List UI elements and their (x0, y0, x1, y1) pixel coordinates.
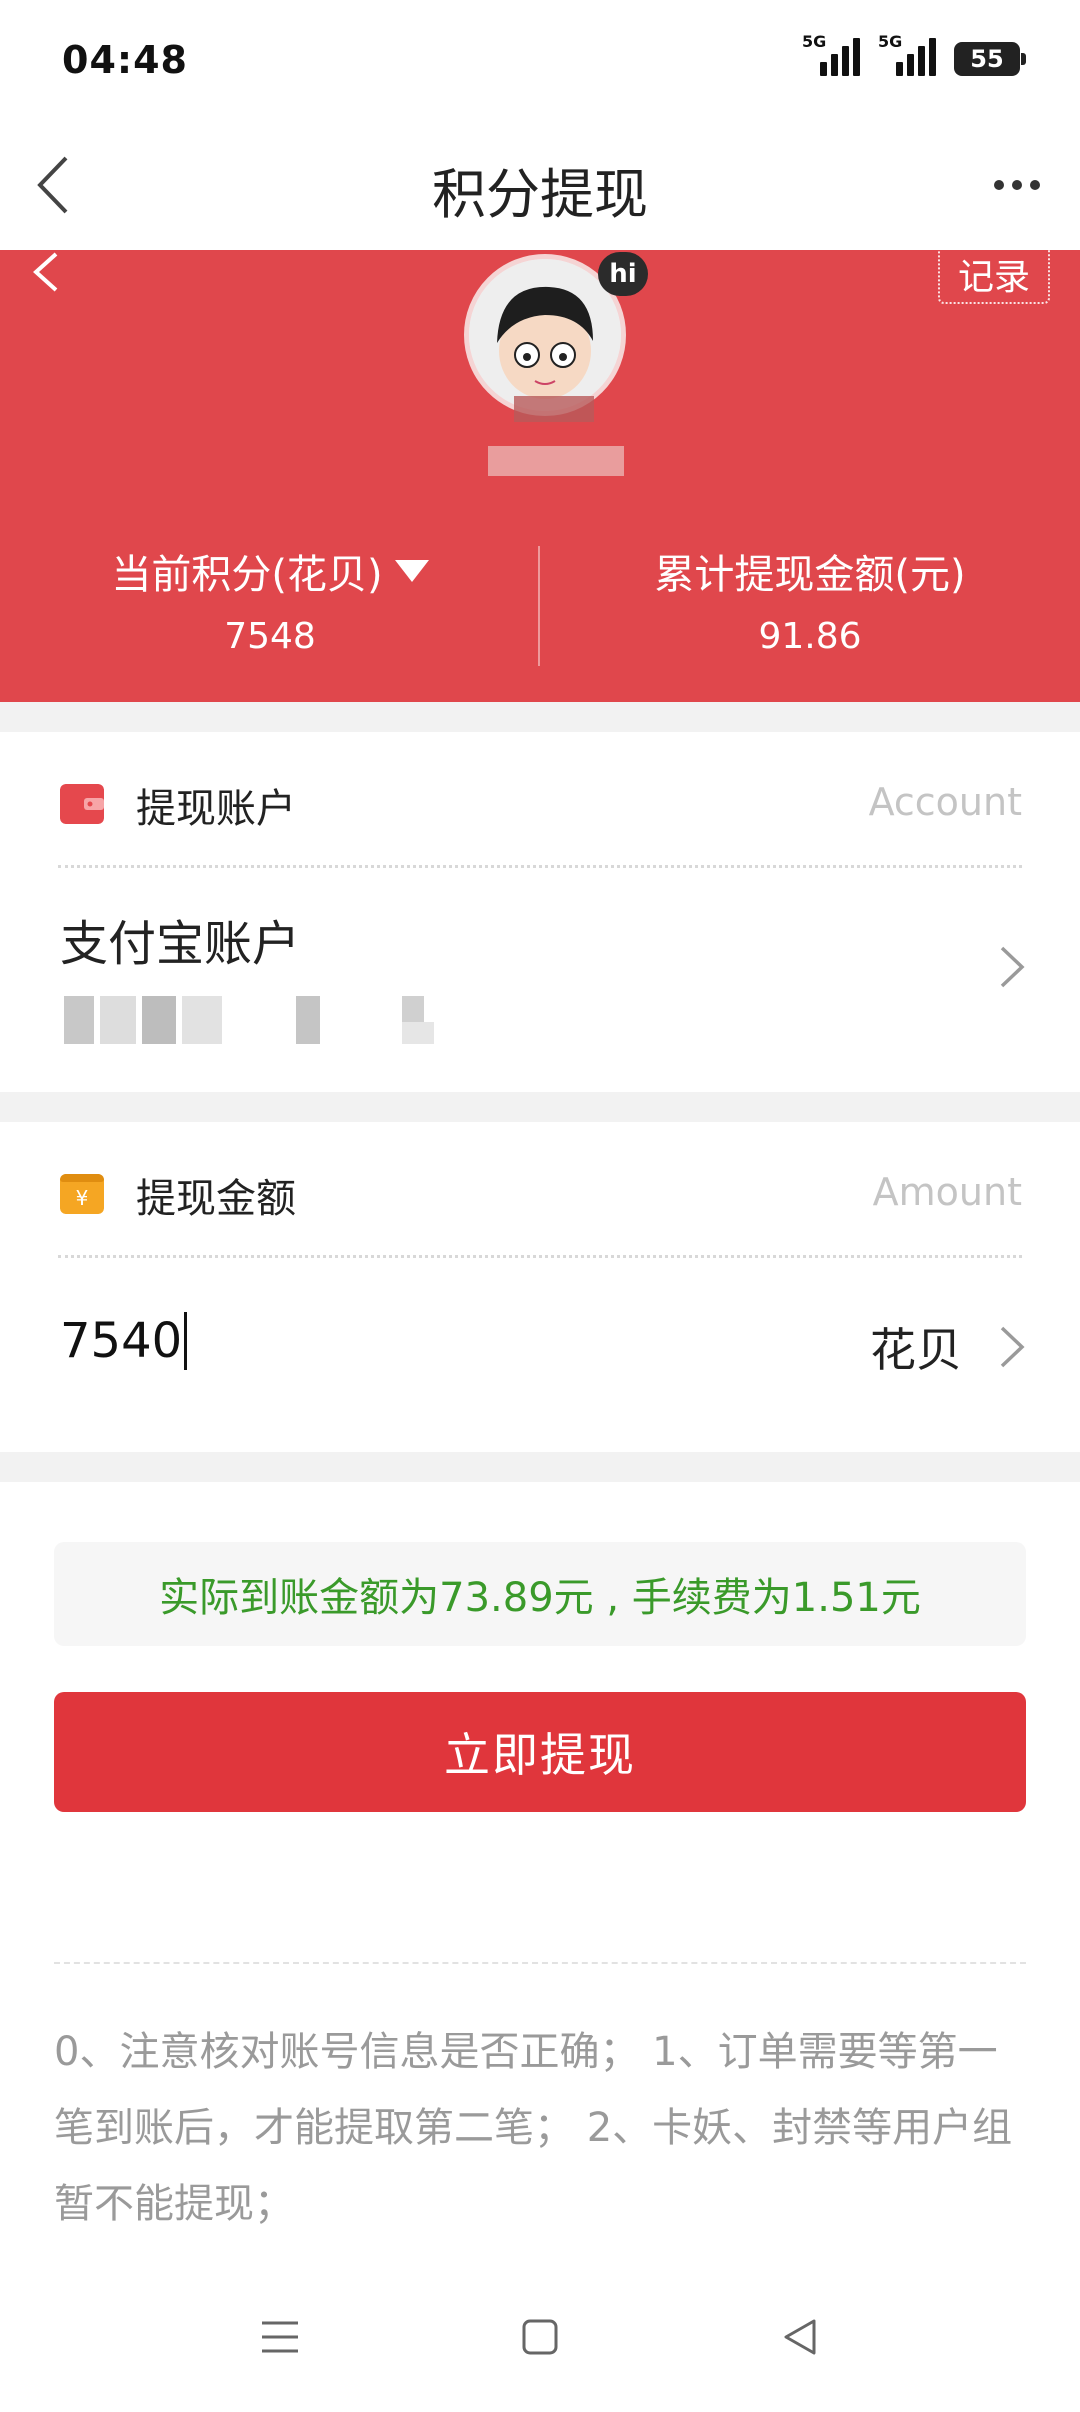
account-selector[interactable]: 支付宝账户 (0, 872, 1080, 1082)
battery-icon: 55 (954, 42, 1026, 76)
avatar-image (469, 259, 621, 411)
page: 04:48 5G 5G 55 积分提现 记录 hi 当前积分(花贝) 7548 … (0, 0, 1080, 2412)
amount-title: 提现金额 (136, 1176, 296, 1222)
blurred-username (488, 446, 624, 476)
amount-hint: Amount (872, 1170, 1022, 1214)
nav-bar: 积分提现 (0, 120, 1080, 250)
header-back-button[interactable] (22, 250, 72, 306)
more-button[interactable] (982, 160, 1052, 210)
system-back-button[interactable] (770, 2307, 830, 2367)
section-gap (0, 1092, 1080, 1122)
amount-value: 7540 (60, 1313, 183, 1369)
profile-header: 记录 hi 当前积分(花贝) 7548 累计提现金额(元) 91.86 (0, 250, 1080, 702)
fee-notice: 实际到账金额为73.89元 , 手续费为1.51元 (54, 1542, 1026, 1646)
signal-icon: 5G (878, 32, 936, 76)
system-nav-bar (0, 2262, 1080, 2412)
amount-section: ¥ 提现金额 Amount 7540 花贝 (0, 1122, 1080, 1452)
more-horizontal-icon (994, 180, 1004, 190)
amount-header: ¥ 提现金额 Amount (58, 1122, 1022, 1258)
points-value: 7548 (224, 616, 316, 657)
hi-badge: hi (598, 252, 648, 296)
menu-button[interactable] (250, 2307, 310, 2367)
unit-label: 花贝 (870, 1323, 962, 1377)
record-button[interactable]: 记录 (938, 250, 1050, 304)
amount-input[interactable]: 7540 (60, 1312, 188, 1370)
status-bar: 04:48 5G 5G 55 (0, 0, 1080, 120)
account-hint: Account (868, 780, 1022, 824)
chevron-right-icon (1000, 1326, 1025, 1368)
status-time: 04:48 (62, 38, 188, 82)
points-stat[interactable]: 当前积分(花贝) 7548 (0, 542, 540, 662)
withdrawn-value: 91.86 (758, 616, 862, 657)
account-section: 提现账户 Account 支付宝账户 (0, 732, 1080, 1092)
blurred-account-number (64, 996, 434, 1044)
stats-row: 当前积分(花贝) 7548 累计提现金额(元) 91.86 (0, 542, 1080, 666)
network-label: 5G (878, 32, 903, 51)
svg-text:¥: ¥ (76, 1186, 89, 1210)
divider (54, 1962, 1026, 1964)
signal-icon: 5G (802, 32, 860, 76)
menu-icon (262, 2321, 298, 2353)
caret-down-icon (394, 560, 429, 582)
blurred-nickname (514, 396, 594, 422)
account-header: 提现账户 Account (58, 732, 1022, 868)
yuan-icon: ¥ (60, 1174, 104, 1214)
account-title: 提现账户 (136, 786, 296, 832)
chevron-left-icon (33, 252, 58, 292)
wallet-icon (60, 784, 104, 824)
network-label: 5G (802, 32, 827, 51)
points-label: 当前积分(花贝) (111, 552, 383, 598)
withdraw-button[interactable]: 立即提现 (54, 1692, 1026, 1812)
tips-text: 0、注意核对账号信息是否正确； 1、订单需要等第一笔到账后，才能提取第二笔； 2… (54, 2029, 1013, 2227)
chevron-right-icon (1000, 946, 1025, 988)
account-name: 支付宝账户 (60, 916, 301, 972)
home-button[interactable] (510, 2307, 570, 2367)
square-icon (522, 2319, 558, 2355)
battery-level: 55 (970, 45, 1004, 73)
withdrawn-stat: 累计提现金额(元) 91.86 (540, 542, 1080, 662)
text-cursor (184, 1312, 188, 1370)
page-title: 积分提现 (432, 163, 648, 226)
unit-selector[interactable]: 花贝 (780, 1302, 1080, 1392)
divider (538, 546, 540, 666)
triangle-back-icon (784, 2319, 816, 2355)
section-gap (0, 1452, 1080, 1482)
status-indicators: 5G 5G 55 (802, 32, 1026, 76)
withdrawn-label: 累计提现金额(元) (654, 552, 966, 598)
section-gap (0, 702, 1080, 732)
